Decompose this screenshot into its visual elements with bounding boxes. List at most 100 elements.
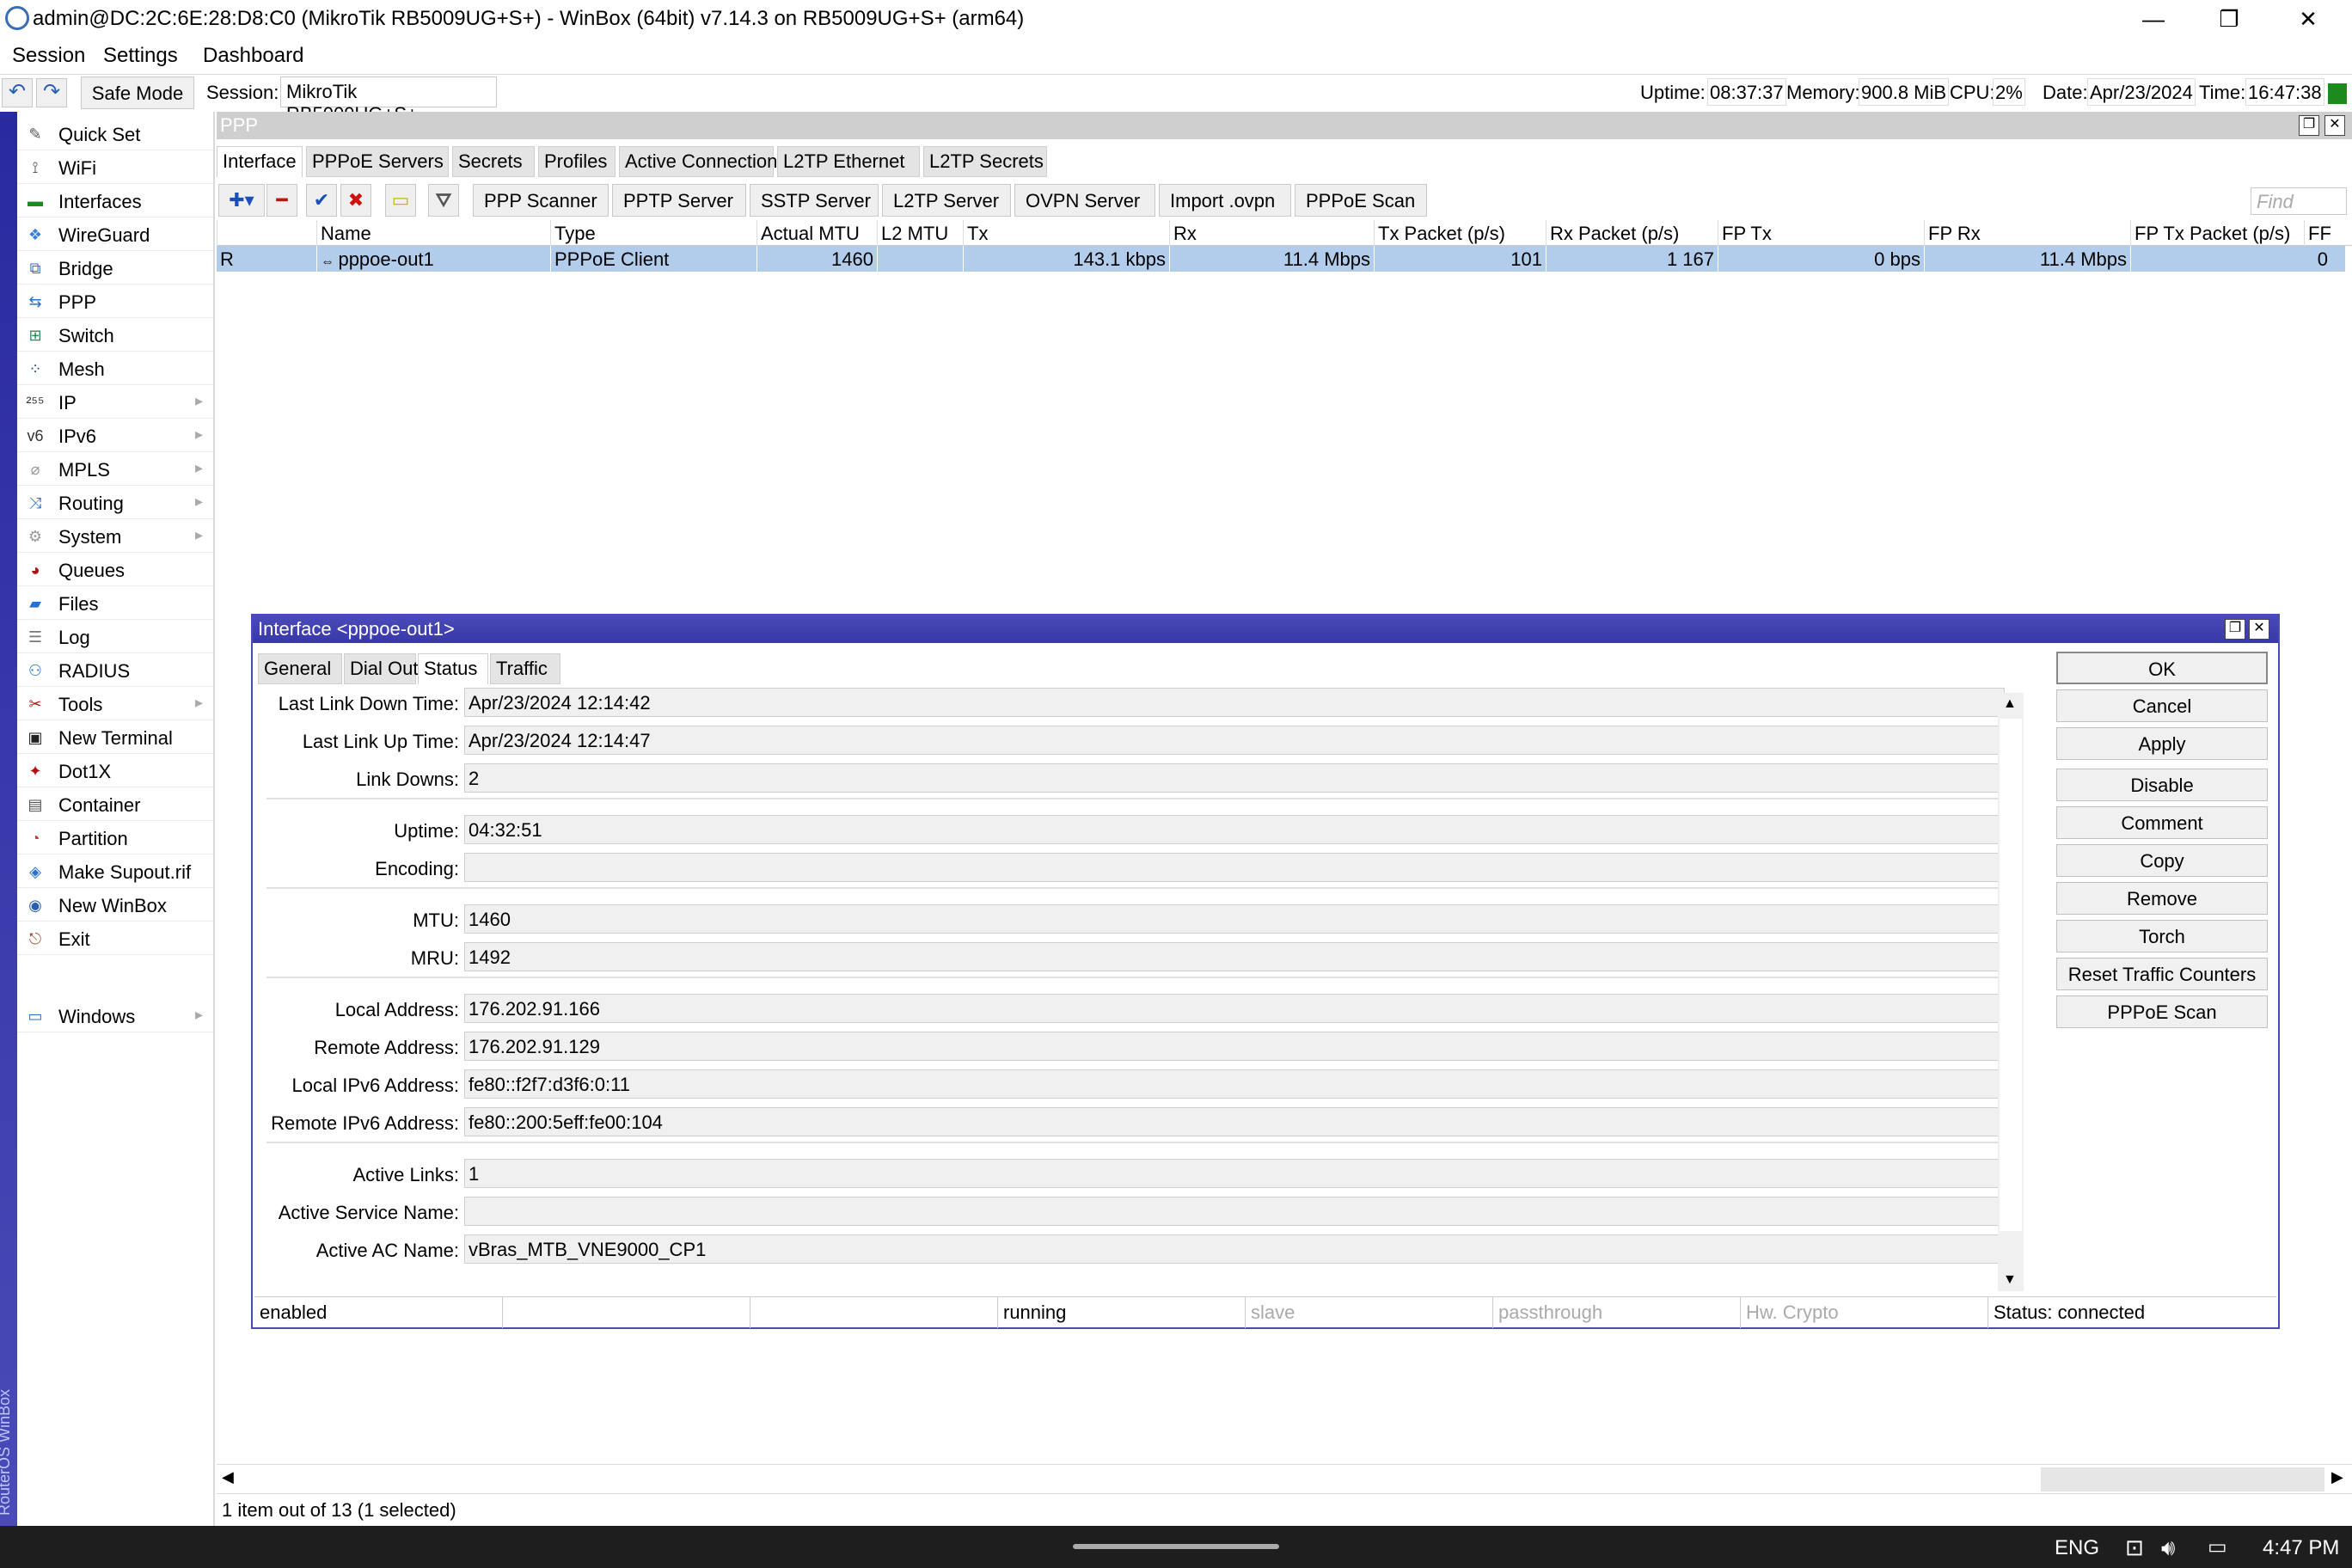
tab-interface[interactable]: Interface (217, 146, 303, 177)
encoding-field[interactable] (464, 853, 2005, 882)
sidebar-item-radius[interactable]: ⚇ RADIUS (17, 653, 213, 687)
sidebar-item-interfaces[interactable]: ▬ Interfaces (17, 184, 213, 217)
sidebar-item-dot1x[interactable]: ✦ Dot1X (17, 754, 213, 787)
sidebar-item-new-terminal[interactable]: ▣ New Terminal (17, 720, 213, 754)
find-input[interactable]: Find (2251, 187, 2347, 215)
sidebar-item-bridge[interactable]: ⧉ Bridge (17, 251, 213, 285)
tab-secrets[interactable]: Secrets (452, 146, 535, 177)
import-ovpn-button[interactable]: Import .ovpn (1159, 184, 1291, 217)
clock[interactable]: 4:47 PM (2263, 1536, 2339, 1560)
tab-pppoe-servers[interactable]: PPPoE Servers (306, 146, 449, 177)
redo-icon[interactable]: ↷ (36, 78, 67, 107)
pptp-server-button[interactable]: PPTP Server (612, 184, 746, 217)
dialog-tab-general[interactable]: General (258, 653, 342, 684)
sidebar-item-quick-set[interactable]: ✎ Quick Set (17, 117, 213, 150)
torch-button[interactable]: Torch (2056, 920, 2268, 952)
link-downs-field[interactable]: 2 (464, 763, 2005, 793)
menu-session[interactable]: Session (12, 44, 85, 68)
network-icon[interactable]: ⊡ (2125, 1534, 2144, 1561)
column-header-l2-mtu[interactable]: L2 MTU (877, 220, 963, 246)
remote-ipv6-field[interactable]: fe80::200:5eff:fe00:104 (464, 1107, 2005, 1136)
sidebar-item-ip[interactable]: ²⁵⁵ IP ▸ (17, 385, 213, 419)
pppoe-scan-button[interactable]: PPPoE Scan (2056, 995, 2268, 1028)
menu-dashboard[interactable]: Dashboard (203, 44, 303, 68)
sidebar-item-ipv6[interactable]: v6 IPv6 ▸ (17, 419, 213, 452)
session-select[interactable]: MikroTik RB5009UG+S+ (280, 77, 497, 125)
tab-profiles[interactable]: Profiles (538, 146, 616, 177)
scroll-track[interactable] (241, 1467, 2046, 1491)
scroll-down-icon[interactable]: ▼ (2003, 1272, 2017, 1288)
dialog-close-icon[interactable]: ✕ (2249, 619, 2269, 640)
horizontal-scrollbar[interactable]: ◀ ▶ (217, 1464, 2352, 1493)
add-icon[interactable]: ✚▾ (218, 184, 265, 217)
sidebar-item-ppp[interactable]: ⇆ PPP (17, 285, 213, 318)
column-header-actual-mtu[interactable]: Actual MTU (756, 220, 877, 246)
sidebar-item-mesh[interactable]: ⁘ Mesh (17, 352, 213, 385)
sidebar-item-mpls[interactable]: ⌀ MPLS ▸ (17, 452, 213, 486)
taskbar-handle[interactable] (1073, 1544, 1279, 1549)
volume-icon[interactable]: 🔊︎ (2161, 1534, 2175, 1562)
sidebar-item-new-winbox[interactable]: ◉ New WinBox (17, 888, 213, 922)
active-links-field[interactable]: 1 (464, 1159, 2005, 1188)
last-link-down-time-field[interactable]: Apr/23/2024 12:14:42 (464, 688, 2005, 717)
scroll-thumb[interactable] (2041, 1467, 2324, 1491)
sidebar-item-make-supout-rif[interactable]: ◈ Make Supout.rif (17, 854, 213, 888)
column-header-fp-rx[interactable]: FP Rx (1924, 220, 2130, 246)
column-header-type[interactable]: Type (550, 220, 756, 246)
mru-field[interactable]: 1492 (464, 942, 2005, 971)
minimize-button[interactable]: — (2116, 0, 2190, 38)
menu-settings[interactable]: Settings (103, 44, 178, 68)
sidebar-item-wireguard[interactable]: ❖ WireGuard (17, 217, 213, 251)
filter-icon[interactable]: ⛛ (428, 184, 459, 217)
comment-button[interactable]: Comment (2056, 806, 2268, 839)
ovpn-server-button[interactable]: OVPN Server (1014, 184, 1155, 217)
remove-icon[interactable]: ━ (266, 184, 297, 217)
ppp-scanner-button[interactable]: PPP Scanner (473, 184, 609, 217)
reset-traffic-counters-button[interactable]: Reset Traffic Counters (2056, 958, 2268, 990)
apply-button[interactable]: Apply (2056, 727, 2268, 760)
local-address-field[interactable]: 176.202.91.166 (464, 994, 2005, 1023)
last-link-up-time-field[interactable]: Apr/23/2024 12:14:47 (464, 726, 2005, 755)
language-indicator[interactable]: ENG (2055, 1536, 2099, 1560)
sidebar-item-exit[interactable]: ⎋ Exit (17, 922, 213, 955)
comment-icon[interactable]: ▭ (385, 184, 416, 217)
sidebar-item-tools[interactable]: ✂ Tools ▸ (17, 687, 213, 720)
scroll-up-icon[interactable]: ▲ (2003, 696, 2017, 712)
dialog-tab-dial-out[interactable]: Dial Out (344, 653, 418, 684)
column-header-ff[interactable]: FF (2304, 220, 2352, 246)
enable-icon[interactable]: ✔ (306, 184, 337, 217)
tab-l2tp-secrets[interactable]: L2TP Secrets (923, 146, 1047, 177)
sidebar-item-files[interactable]: ▰ Files (17, 586, 213, 620)
sstp-server-button[interactable]: SSTP Server (750, 184, 879, 217)
column-header-rx-packet-p-s[interactable]: Rx Packet (p/s) (1546, 220, 1718, 246)
disable-icon[interactable]: ✖ (340, 184, 371, 217)
ppp-close-icon[interactable]: ✕ (2324, 115, 2345, 136)
tab-active-connections[interactable]: Active Connections (619, 146, 787, 177)
tab-l2tp-ethernet[interactable]: L2TP Ethernet (777, 146, 920, 177)
mtu-field[interactable]: 1460 (464, 904, 2005, 934)
ok-button[interactable]: OK (2056, 652, 2268, 684)
sidebar-item-log[interactable]: ☰ Log (17, 620, 213, 653)
sidebar-item-system[interactable]: ⚙ System ▸ (17, 519, 213, 553)
local-ipv6-field[interactable]: fe80::f2f7:d3f6:0:11 (464, 1069, 2005, 1099)
undo-icon[interactable]: ↶ (2, 78, 33, 107)
safe-mode-button[interactable]: Safe Mode (81, 77, 194, 109)
disable-button[interactable]: Disable (2056, 769, 2268, 801)
sidebar-item-windows[interactable]: ▭ Windows ▸ (17, 999, 213, 1032)
active-ac-name-field[interactable]: vBras_MTB_VNE9000_CP1 (464, 1234, 2005, 1264)
column-header-flags[interactable] (217, 220, 316, 246)
copy-button[interactable]: Copy (2056, 844, 2268, 877)
sidebar-item-routing[interactable]: ⤨ Routing ▸ (17, 486, 213, 519)
remove-button[interactable]: Remove (2056, 882, 2268, 915)
column-header-tx[interactable]: Tx (963, 220, 1169, 246)
scroll-left-icon[interactable]: ◀ (222, 1468, 234, 1486)
sidebar-item-queues[interactable]: ◕ Queues (17, 553, 213, 586)
sidebar-item-switch[interactable]: ⊞ Switch (17, 318, 213, 352)
dialog-maximize-icon[interactable]: ❐ (2225, 619, 2245, 640)
l2tp-server-button[interactable]: L2TP Server (882, 184, 1011, 217)
column-header-tx-packet-p-s[interactable]: Tx Packet (p/s) (1374, 220, 1546, 246)
column-header-fp-tx-packet-p-s[interactable]: FP Tx Packet (p/s) (2130, 220, 2304, 246)
table-row[interactable]: R ⇔ pppoe-out1 PPPoE Client 1460 143.1 k… (217, 246, 2345, 272)
pppoe-scan-button[interactable]: PPPoE Scan (1295, 184, 1427, 217)
sidebar-item-container[interactable]: ▤ Container (17, 787, 213, 821)
